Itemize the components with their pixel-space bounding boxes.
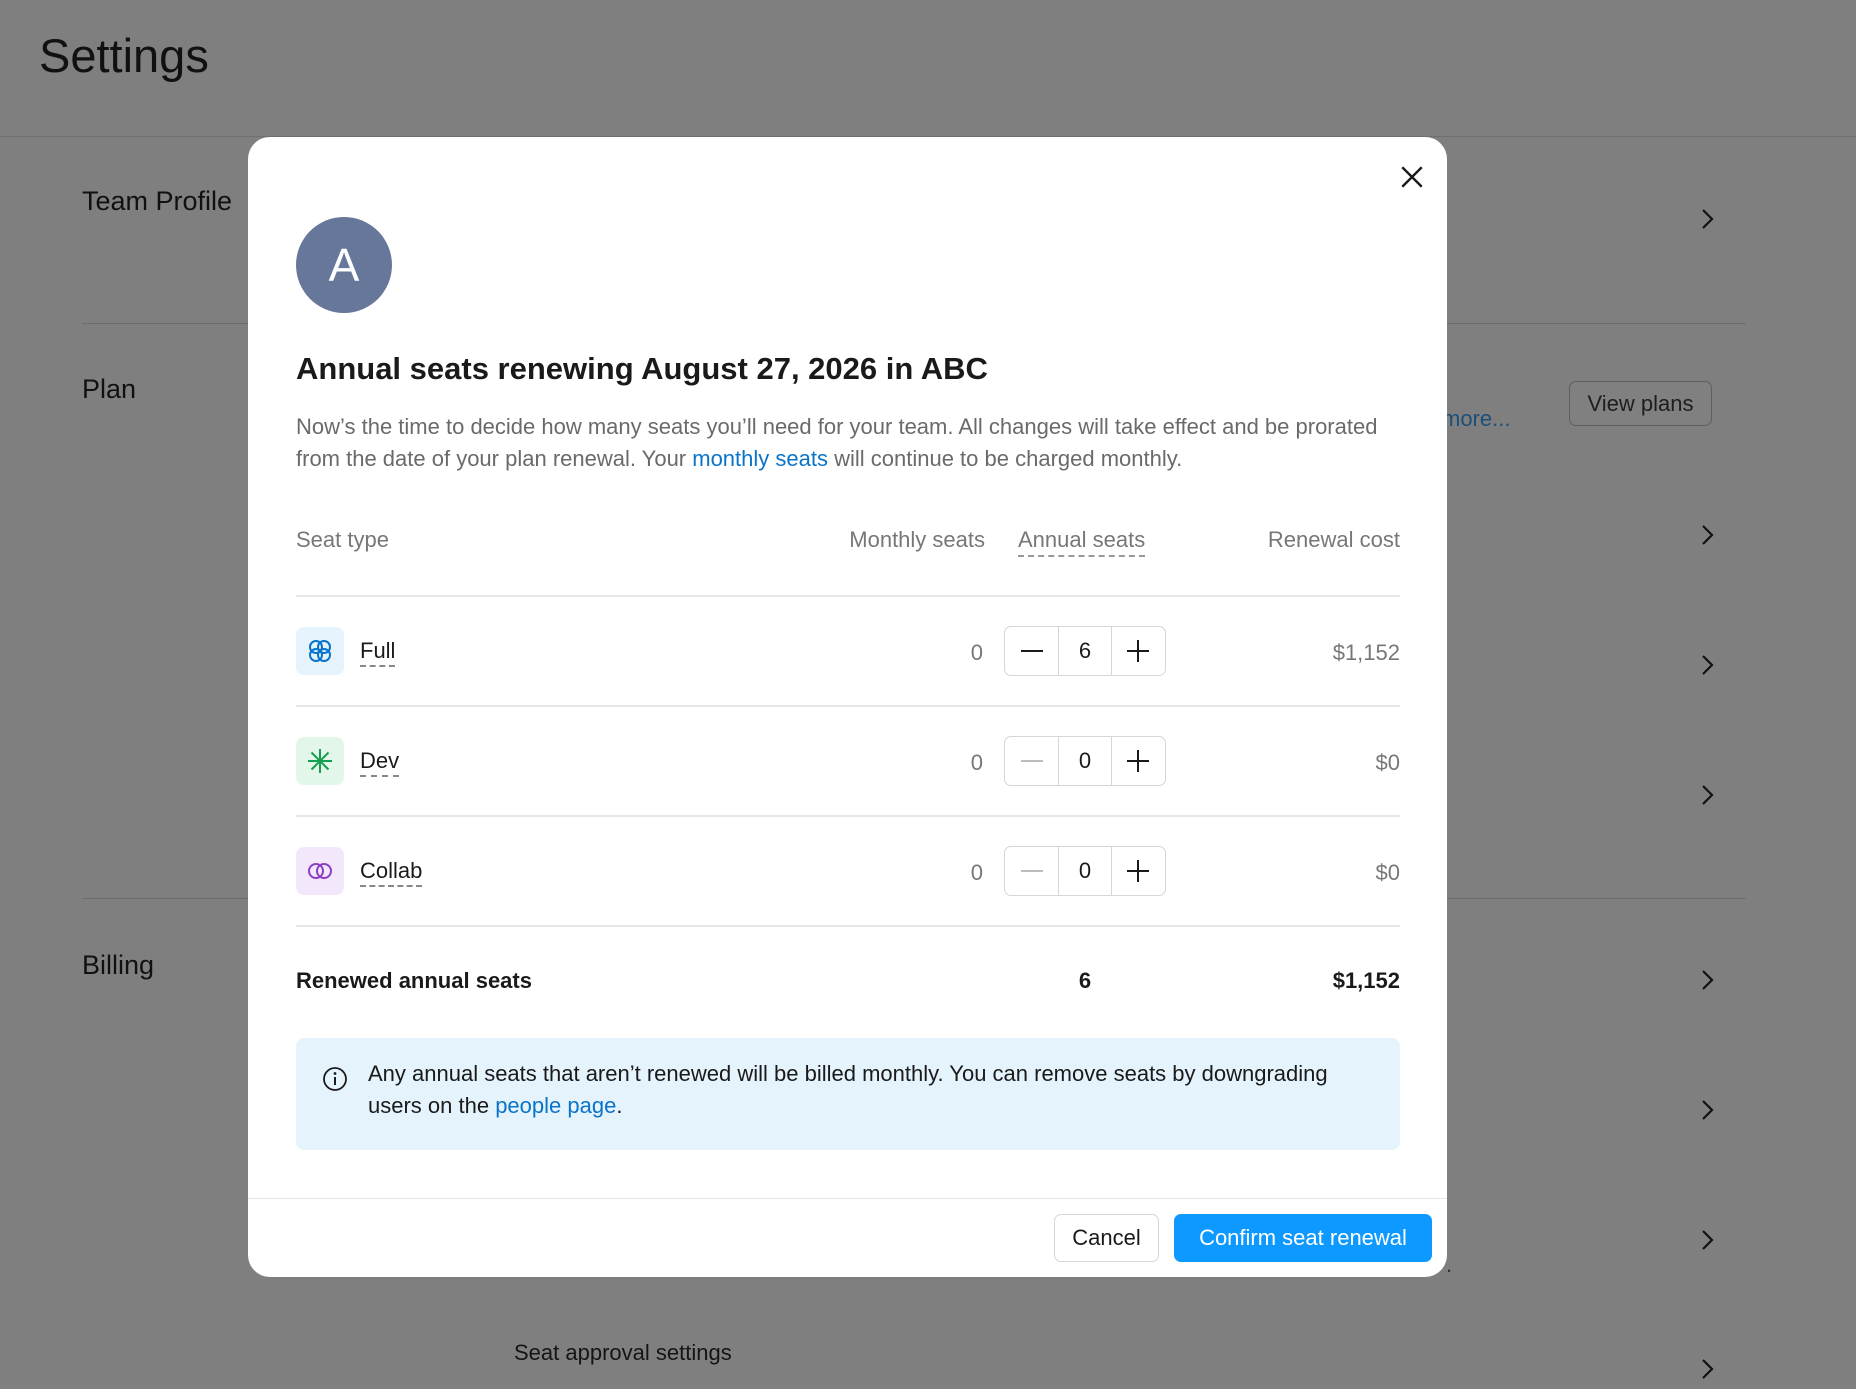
chevron-right-icon[interactable]: [1696, 1095, 1718, 1125]
seat-approval-settings-title[interactable]: Seat approval settings: [514, 1340, 732, 1366]
seat-name[interactable]: Full: [360, 639, 396, 667]
table-divider: [296, 925, 1400, 927]
renewal-cost-value: $0: [1375, 860, 1400, 885]
seat-name[interactable]: Collab: [360, 859, 423, 887]
decrement-button[interactable]: [1005, 627, 1058, 675]
increment-button[interactable]: [1112, 627, 1165, 675]
monthly-seats-link[interactable]: monthly seats: [692, 446, 828, 471]
total-label: Renewed annual seats: [296, 968, 532, 993]
increment-button[interactable]: [1112, 847, 1165, 895]
info-banner: Any annual seats that aren’t renewed wil…: [296, 1038, 1400, 1150]
footer-divider: [248, 1198, 1447, 1199]
chevron-right-icon[interactable]: [1696, 204, 1718, 234]
description-text: will continue to be charged monthly.: [827, 446, 1183, 471]
renewal-cost-value: $1,152: [1332, 640, 1400, 665]
seat-name[interactable]: Dev: [360, 749, 400, 777]
table-divider: [296, 705, 1400, 707]
monthly-seats-value: 0: [970, 750, 983, 775]
chevron-right-icon[interactable]: [1696, 780, 1718, 810]
monthly-seats-value: 0: [970, 640, 983, 665]
decrement-button[interactable]: [1005, 737, 1058, 785]
view-plans-button[interactable]: View plans: [1569, 381, 1712, 426]
table-divider: [296, 595, 1400, 597]
section-title-plan: Plan: [82, 374, 137, 404]
chevron-right-icon[interactable]: [1696, 650, 1718, 680]
renewal-cost-value: $0: [1375, 750, 1400, 775]
monthly-seats-value: 0: [970, 860, 983, 885]
column-header-annual-seats[interactable]: Annual seats: [1018, 527, 1146, 557]
cancel-button[interactable]: Cancel: [1054, 1214, 1159, 1262]
increment-button[interactable]: [1112, 737, 1165, 785]
chevron-right-icon[interactable]: [1696, 965, 1718, 995]
info-icon: [322, 1066, 348, 1092]
page-title: Settings: [39, 29, 209, 82]
section-title-team-profile: Team Profile: [82, 186, 233, 216]
annual-seats-stepper: 6: [1004, 626, 1166, 676]
decrement-button[interactable]: [1005, 847, 1058, 895]
section-title-billing: Billing: [82, 950, 155, 980]
annual-seats-value[interactable]: 6: [1058, 627, 1112, 675]
confirm-seat-renewal-button[interactable]: Confirm seat renewal: [1174, 1214, 1432, 1262]
chevron-right-icon[interactable]: [1696, 1354, 1718, 1384]
annual-seats-value[interactable]: 0: [1058, 847, 1112, 895]
full-seat-icon: [296, 627, 344, 675]
modal-description: Now’s the time to decide how many seats …: [296, 411, 1406, 475]
seat-renewal-modal: A Annual seats renewing August 27, 2026 …: [248, 137, 1447, 1277]
collab-seat-icon: [296, 847, 344, 895]
annual-seats-stepper: 0: [1004, 846, 1166, 896]
annual-seats-stepper: 0: [1004, 736, 1166, 786]
total-seats-value: 6: [1078, 968, 1092, 993]
annual-seats-value[interactable]: 0: [1058, 737, 1112, 785]
people-page-link[interactable]: people page: [495, 1093, 616, 1118]
page-header: Settings: [0, 0, 1856, 137]
banner-text: Any annual seats that aren’t renewed wil…: [368, 1058, 1328, 1122]
modal-title: Annual seats renewing August 27, 2026 in…: [296, 351, 988, 386]
banner-text-part: .: [616, 1093, 623, 1118]
column-header-seat-type: Seat type: [296, 527, 389, 552]
total-cost-value: $1,152: [1332, 968, 1400, 993]
dev-seat-icon: [296, 737, 344, 785]
close-icon[interactable]: [1394, 159, 1430, 195]
column-header-renewal-cost: Renewal cost: [1267, 527, 1400, 552]
chevron-right-icon[interactable]: [1696, 520, 1718, 550]
avatar: A: [296, 217, 392, 313]
table-divider: [296, 815, 1400, 817]
plan-more-link[interactable]: more...: [1442, 406, 1510, 432]
chevron-right-icon[interactable]: [1696, 1225, 1718, 1255]
column-header-monthly-seats: Monthly seats: [849, 527, 985, 552]
